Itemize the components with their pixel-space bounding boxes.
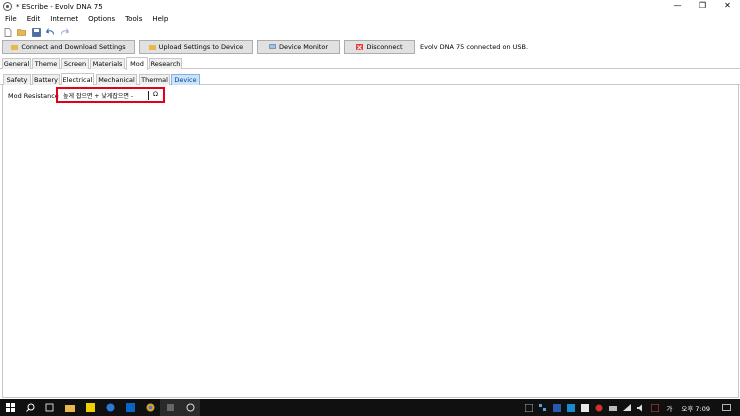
ime-indicator[interactable]: 가 [666,403,672,413]
chrome-icon[interactable] [140,399,160,416]
edge-icon[interactable] [100,399,120,416]
redo-icon[interactable] [59,27,69,37]
search-icon[interactable] [20,399,40,416]
tray-grid-icon[interactable] [524,403,535,412]
sub-tabs: Safety Battery Electrical Mechanical The… [0,73,740,86]
tab-mechanical[interactable]: Mechanical [96,74,137,85]
menu-options[interactable]: Options [83,15,120,23]
toolbar [0,26,740,38]
tab-thermal[interactable]: Thermal [139,74,170,85]
action-bar: Connect and Download Settings Upload Set… [0,40,740,55]
window-controls: — ❐ ✕ [665,0,740,13]
save-icon[interactable] [31,27,41,37]
main-tabs: General Theme Screen Materials Mod Resea… [0,57,740,70]
text-cursor [148,91,149,100]
tab-safety[interactable]: Safety [3,74,31,85]
tray-printer-icon[interactable] [609,404,619,412]
ohm-unit: Ω [153,90,158,98]
app-icon [3,2,12,11]
window-title: * EScribe - Evolv DNA 75 [16,2,103,11]
mod-resistance-label: Mod Resistance [8,92,59,100]
electrical-panel [2,85,739,398]
tray-word-icon[interactable] [553,403,563,412]
mod-resistance-input[interactable] [61,91,147,100]
menu-tools[interactable]: Tools [120,15,147,23]
file-explorer-icon[interactable] [60,399,80,416]
app-running-icon[interactable] [160,399,180,416]
tab-device[interactable]: Device [171,74,200,85]
upload-settings-button[interactable]: Upload Settings to Device [139,40,253,54]
menu-edit[interactable]: Edit [22,15,46,23]
tray-store-icon[interactable] [567,403,577,412]
close-button[interactable]: ✕ [715,0,740,13]
device-monitor-button[interactable]: Device Monitor [257,40,340,54]
tab-materials[interactable]: Materials [90,58,125,69]
menu-internet[interactable]: Internet [45,15,83,23]
menu-bar: File Edit Internet Options Tools Help [0,13,740,25]
tray-note-icon[interactable] [581,403,591,412]
notification-icon[interactable] [722,403,732,412]
volume-icon[interactable] [637,404,647,412]
open-folder-icon[interactable] [17,27,27,37]
tray-alert-icon[interactable] [650,403,661,412]
upload-icon [148,45,156,50]
task-view-icon[interactable] [40,399,60,416]
tab-theme[interactable]: Theme [32,58,60,69]
taskbar-clock[interactable]: 오후 7:09 [681,403,710,413]
menu-file[interactable]: File [0,15,22,23]
taskbar: 가 오후 7:09 [0,399,740,416]
outlook-icon[interactable] [120,399,140,416]
monitor-icon [269,44,276,49]
sticky-app-icon[interactable] [80,399,100,416]
minimize-button[interactable]: — [665,0,690,13]
network-icon[interactable] [623,403,633,412]
title-bar: * EScribe - Evolv DNA 75 — ❐ ✕ [0,0,740,13]
undo-icon[interactable] [45,27,55,37]
restore-button[interactable]: ❐ [690,0,715,13]
escribe-taskbar-icon[interactable] [180,399,200,416]
tray-security-icon[interactable] [595,404,605,412]
system-tray: 가 오후 7:09 [523,399,740,416]
disconnect-icon [356,44,364,50]
download-icon [11,45,19,50]
tab-screen[interactable]: Screen [61,58,89,69]
connect-download-button[interactable]: Connect and Download Settings [2,40,135,54]
windows-start-icon[interactable] [0,399,20,416]
tab-general[interactable]: General [2,58,31,69]
menu-help[interactable]: Help [147,15,173,23]
mod-resistance-highlight: Ω [56,87,165,103]
tab-mod[interactable]: Mod [126,57,148,70]
tab-research[interactable]: Research [149,58,182,69]
new-file-icon[interactable] [3,27,13,37]
tray-apps-icon[interactable] [539,403,549,412]
disconnect-button[interactable]: Disconnect [344,40,415,54]
connection-status: Evolv DNA 75 connected on USB. [420,43,529,51]
tab-battery[interactable]: Battery [32,74,60,85]
